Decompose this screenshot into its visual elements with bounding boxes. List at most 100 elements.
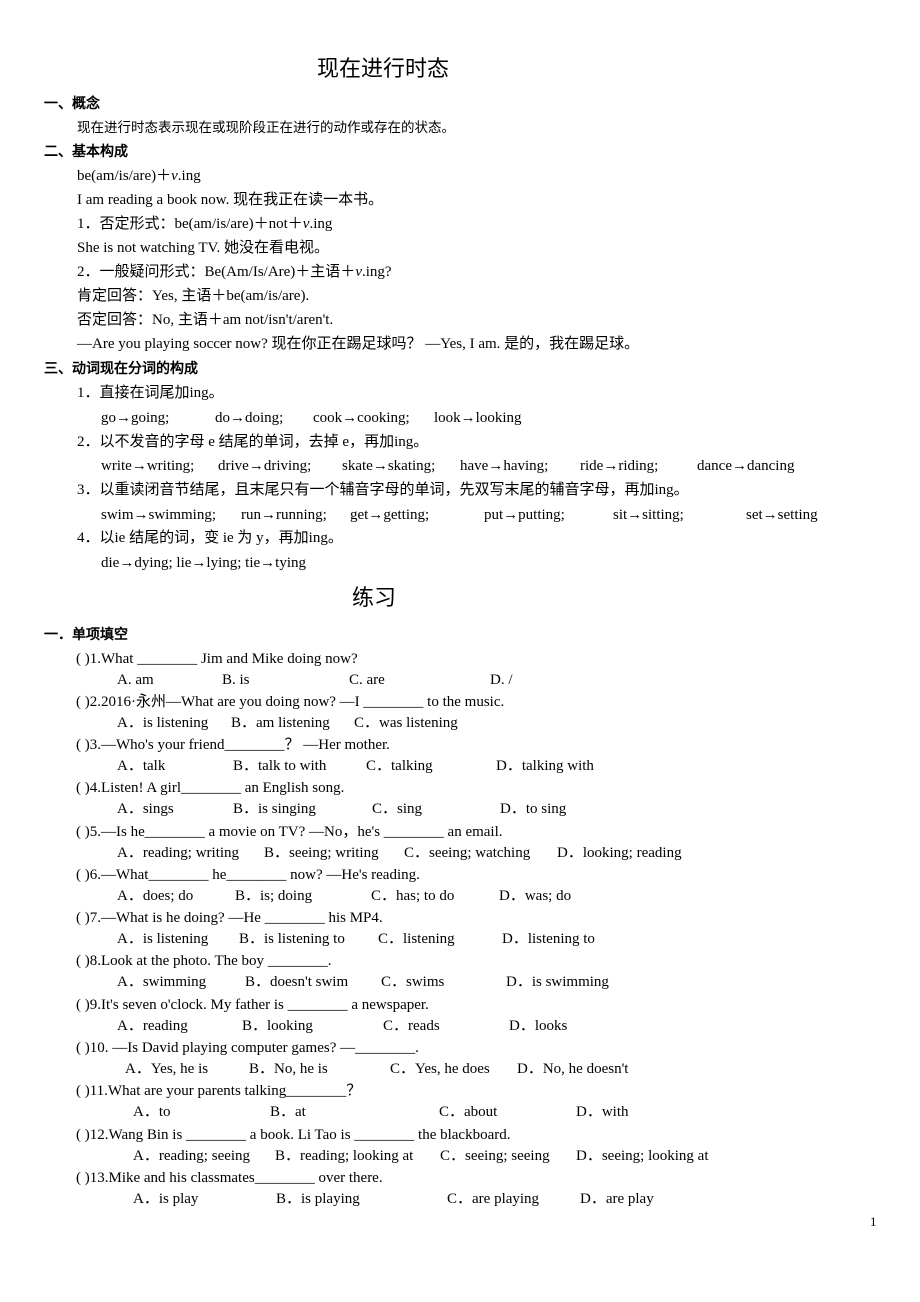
rule-2-example: ride→riding; (580, 458, 659, 474)
answer-option: B．am listening (231, 715, 330, 731)
rule-2-example: dance→dancing (697, 458, 795, 474)
rule-2-example: skate→skating; (342, 458, 436, 474)
answer-option: C．are playing (447, 1191, 540, 1207)
practice-title: 练习 (352, 585, 397, 610)
answer-option: A. am (117, 672, 154, 688)
rule-2-example: drive→driving; (218, 458, 312, 474)
answer-option: C．was listening (354, 715, 458, 731)
answer-option: C．sing (372, 801, 423, 817)
formula-suffix: .ing (177, 168, 201, 184)
question-stem: ( )4.Listen! A girl________ an English s… (76, 780, 345, 796)
answer-option: A．is listening (117, 931, 209, 947)
question-stem: ( )1.What ________ Jim and Mike doing no… (76, 651, 358, 667)
negative-form: 1．否定形式：be(am/is/are)＋not＋v.ing (77, 214, 332, 234)
rule-3-example: sit→sitting; (613, 507, 684, 523)
structure-formula: be(am/is/are)＋v.ing (77, 166, 201, 186)
page-title: 现在进行时态 (317, 56, 450, 81)
answer-option: D．with (576, 1104, 629, 1120)
question-stem: ( )11.What are your parents talking_____… (76, 1083, 362, 1099)
rule-1-example: cook→cooking; (313, 410, 410, 426)
structure-heading: 二、基本构成 (44, 144, 128, 160)
answer-option: C．has; to do (371, 888, 455, 904)
rule-1-example: go→going; (101, 410, 170, 426)
question-stem: ( )3.—Who's your friend________？ —Her mo… (76, 737, 390, 753)
rule-3-example: get→getting; (350, 507, 430, 523)
answer-option: C．seeing; watching (404, 845, 531, 861)
question-stem: ( )9.It's seven o'clock. My father is __… (76, 997, 429, 1013)
negative-label: 1．否定形式：be(am/is/are)＋not＋ (77, 216, 303, 232)
answer-option: D．seeing; looking at (576, 1148, 709, 1164)
answer-option: A．is listening (117, 715, 209, 731)
answer-option: D．listening to (502, 931, 595, 947)
formula-prefix: be(am/is/are)＋ (77, 168, 172, 184)
answer-option: A．swimming (117, 974, 207, 990)
question-suffix: .ing? (361, 264, 392, 280)
answer-option: B．No, he is (249, 1061, 328, 1077)
practice-section-heading: 一．单项填空 (44, 627, 128, 643)
answer-option: B．is listening to (239, 931, 345, 947)
question-label: 2．一般疑问形式：Be(Am/Is/Are)＋主语＋ (77, 264, 356, 280)
answer-option: B．doesn't swim (245, 974, 349, 990)
answer-option: A．to (133, 1104, 171, 1120)
affirmative-answer: 肯定回答：Yes, 主语＋be(am/is/are). (77, 288, 310, 304)
rule-3-example: set→setting (746, 507, 818, 523)
answer-option: A．does; do (117, 888, 194, 904)
question-stem: ( )10. —Is David playing computer games?… (76, 1040, 419, 1056)
rule-3-example: swim→swimming; (101, 507, 217, 523)
answer-option: C．swims (381, 974, 445, 990)
answer-option: B．looking (242, 1018, 313, 1034)
answer-option: B．talk to with (233, 758, 327, 774)
rule-3-label: 3．以重读闭音节结尾，且末尾只有一个辅音字母的单词，先双写末尾的辅音字母，再加i… (77, 482, 689, 498)
concept-text: 现在进行时态表示现在或现阶段正在进行的动作或存在的状态。 (77, 120, 455, 136)
answer-option: C．reads (383, 1018, 440, 1034)
answer-option: C．listening (378, 931, 455, 947)
rule-2-example: write→writing; (101, 458, 195, 474)
negative-example: She is not watching TV. 她没在看电视。 (77, 240, 329, 256)
answer-option: A．reading (117, 1018, 188, 1034)
question-stem: ( )6.—What________ he________ now? —He's… (76, 867, 420, 883)
answer-option: C．about (439, 1104, 498, 1120)
answer-option: D．No, he doesn't (517, 1061, 629, 1077)
answer-option: B．seeing; writing (264, 845, 379, 861)
question-stem: ( )2.2016·永州—What are you doing now? —I … (76, 694, 505, 710)
page-number: 1 (870, 1214, 877, 1229)
answer-option: B. is (222, 672, 250, 688)
rule-4-label: 4．以ie 结尾的词，变 ie 为 y，再加ing。 (77, 530, 343, 546)
participle-heading: 三、动词现在分词的构成 (44, 361, 198, 377)
answer-option: A．talk (117, 758, 166, 774)
question-stem: ( )13.Mike and his classmates________ ov… (76, 1170, 383, 1186)
answer-option: C. are (349, 672, 385, 688)
answer-option: B．is; doing (235, 888, 313, 904)
answer-option: C．talking (366, 758, 433, 774)
answer-option: D．is swimming (506, 974, 609, 990)
structure-example: I am reading a book now. 现在我正在读一本书。 (77, 192, 384, 208)
rule-3-example: run→running; (241, 507, 327, 523)
answer-option: A．reading; writing (117, 845, 240, 861)
answer-option: A．sings (117, 801, 174, 817)
question-stem: ( )8.Look at the photo. The boy ________… (76, 953, 332, 969)
question-v: v (355, 264, 362, 280)
answer-option: A．reading; seeing (133, 1148, 251, 1164)
answer-option: D．to sing (500, 801, 567, 817)
rule-4-example: die→dying; lie→lying; tie→tying (101, 555, 306, 571)
question-stem: ( )12.Wang Bin is ________ a book. Li Ta… (76, 1127, 511, 1143)
rule-1-example: look→looking (434, 410, 522, 426)
answer-option: C．Yes, he does (390, 1061, 490, 1077)
answer-option: D．looking; reading (557, 845, 682, 861)
rule-2-label: 2．以不发音的字母 e 结尾的单词，去掉 e，再加ing。 (77, 434, 429, 450)
answer-option: D．looks (509, 1018, 568, 1034)
question-form: 2．一般疑问形式：Be(Am/Is/Are)＋主语＋v.ing? (77, 262, 392, 282)
question-stem: ( )7.—What is he doing? —He ________ his… (76, 910, 383, 926)
rule-2-example: have→having; (460, 458, 549, 474)
answer-option: D．talking with (496, 758, 594, 774)
answer-option: D．was; do (499, 888, 572, 904)
rule-3-example: put→putting; (484, 507, 565, 523)
concept-heading: 一、概念 (44, 96, 100, 112)
question-stem: ( )5.—Is he________ a movie on TV? —No，h… (76, 824, 503, 840)
answer-option: B．reading; looking at (275, 1148, 414, 1164)
formula-v: v (171, 168, 178, 184)
answer-option: A．is play (133, 1191, 199, 1207)
answer-option: A．Yes, he is (125, 1061, 209, 1077)
answer-option: B．at (270, 1104, 306, 1120)
answer-option: B．is playing (276, 1191, 360, 1207)
